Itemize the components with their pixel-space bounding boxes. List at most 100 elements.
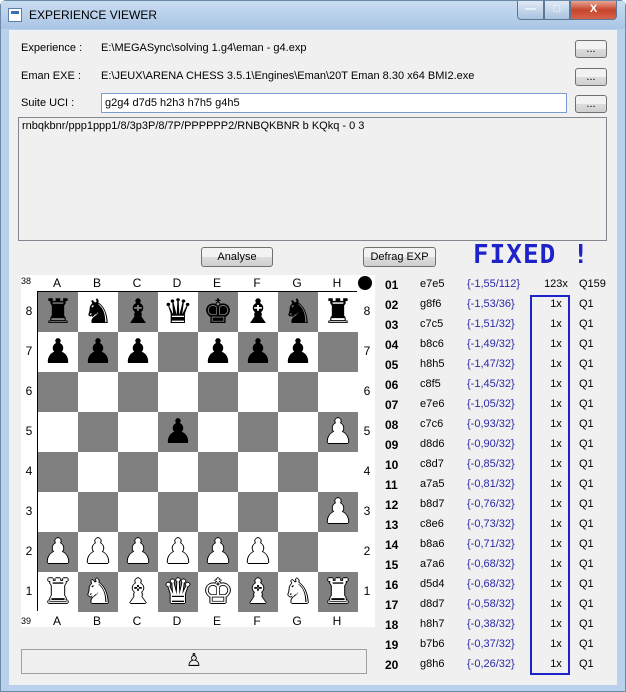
black-rook-icon[interactable]: ♜ xyxy=(323,292,353,332)
black-pawn-icon[interactable]: ♟ xyxy=(83,332,113,372)
square-c5[interactable] xyxy=(118,412,158,452)
square-h6[interactable] xyxy=(318,372,358,412)
square-a6[interactable] xyxy=(38,372,78,412)
move-row[interactable]: 15 a7a6 {-0,68/32} 1x Q1 xyxy=(383,555,615,575)
square-c7[interactable]: ♟ xyxy=(118,332,158,372)
black-knight-icon[interactable]: ♞ xyxy=(283,292,313,332)
square-a2[interactable]: ♟ xyxy=(38,532,78,572)
square-a3[interactable] xyxy=(38,492,78,532)
square-b2[interactable]: ♟ xyxy=(78,532,118,572)
title-bar[interactable]: EXPERIENCE VIEWER — □ X xyxy=(1,1,625,29)
white-pawn-icon[interactable]: ♟ xyxy=(203,532,233,572)
white-knight-icon[interactable]: ♞ xyxy=(283,572,313,612)
move-row[interactable]: 12 b8d7 {-0,76/32} 1x Q1 xyxy=(383,495,615,515)
move-row[interactable]: 04 b8c6 {-1,49/32} 1x Q1 xyxy=(383,335,615,355)
square-a5[interactable] xyxy=(38,412,78,452)
square-b8[interactable]: ♞ xyxy=(78,292,118,332)
white-rook-icon[interactable]: ♜ xyxy=(43,572,73,612)
move-row[interactable]: 18 h8h7 {-0,38/32} 1x Q1 xyxy=(383,615,615,635)
square-a1[interactable]: ♜ xyxy=(38,572,78,612)
chessboard[interactable]: ♜ ♞ ♝ ♛ ♚ ♝ ♞ ♜ ♟ ♟ ♟ ♟ ♟ ♟ ♟ ♟ ♟ ♟ ♟ ♟ ♟ ♟ ♟ ♜ ♞ ♝ ♛ ♚ ♝ ♞ ♜ xyxy=(37,291,358,612)
white-king-icon[interactable]: ♚ xyxy=(203,572,233,612)
white-pawn-icon[interactable]: ♟ xyxy=(123,532,153,572)
square-e4[interactable] xyxy=(198,452,238,492)
move-row[interactable]: 09 d8d6 {-0,90/32} 1x Q1 xyxy=(383,435,615,455)
square-c8[interactable]: ♝ xyxy=(118,292,158,332)
white-queen-icon[interactable]: ♛ xyxy=(163,572,193,612)
experience-browse-button[interactable]: ... xyxy=(575,40,607,58)
square-f8[interactable]: ♝ xyxy=(238,292,278,332)
square-f3[interactable] xyxy=(238,492,278,532)
white-rook-icon[interactable]: ♜ xyxy=(323,572,353,612)
square-c4[interactable] xyxy=(118,452,158,492)
minimize-button[interactable]: — xyxy=(517,1,544,20)
analyse-button[interactable]: Analyse xyxy=(201,247,273,267)
move-row[interactable]: 05 h8h5 {-1,47/32} 1x Q1 xyxy=(383,355,615,375)
white-pawn-icon[interactable]: ♟ xyxy=(243,532,273,572)
square-b3[interactable] xyxy=(78,492,118,532)
square-g3[interactable] xyxy=(278,492,318,532)
square-f2[interactable]: ♟ xyxy=(238,532,278,572)
black-bishop-icon[interactable]: ♝ xyxy=(123,292,153,332)
black-pawn-icon[interactable]: ♟ xyxy=(43,332,73,372)
black-pawn-icon[interactable]: ♟ xyxy=(123,332,153,372)
square-f5[interactable] xyxy=(238,412,278,452)
black-bishop-icon[interactable]: ♝ xyxy=(243,292,273,332)
move-row[interactable]: 17 d8d7 {-0,58/32} 1x Q1 xyxy=(383,595,615,615)
square-g4[interactable] xyxy=(278,452,318,492)
move-row[interactable]: 20 g8h6 {-0,26/32} 1x Q1 xyxy=(383,655,615,675)
square-e2[interactable]: ♟ xyxy=(198,532,238,572)
black-rook-icon[interactable]: ♜ xyxy=(43,292,73,332)
square-d8[interactable]: ♛ xyxy=(158,292,198,332)
white-bishop-icon[interactable]: ♝ xyxy=(243,572,273,612)
square-a4[interactable] xyxy=(38,452,78,492)
move-row[interactable]: 16 d5d4 {-0,68/32} 1x Q1 xyxy=(383,575,615,595)
square-a8[interactable]: ♜ xyxy=(38,292,78,332)
square-h1[interactable]: ♜ xyxy=(318,572,358,612)
square-e6[interactable] xyxy=(198,372,238,412)
white-pawn-icon[interactable]: ♟ xyxy=(163,532,193,572)
square-b5[interactable] xyxy=(78,412,118,452)
fen-output-box[interactable]: rnbqkbnr/ppp1ppp1/8/3p3P/8/7P/PPPPPP2/RN… xyxy=(18,117,607,241)
square-e7[interactable]: ♟ xyxy=(198,332,238,372)
square-d6[interactable] xyxy=(158,372,198,412)
square-f7[interactable]: ♟ xyxy=(238,332,278,372)
square-d2[interactable]: ♟ xyxy=(158,532,198,572)
square-e5[interactable] xyxy=(198,412,238,452)
square-f4[interactable] xyxy=(238,452,278,492)
square-c3[interactable] xyxy=(118,492,158,532)
defrag-exp-button[interactable]: Defrag EXP xyxy=(363,247,436,267)
square-d5[interactable]: ♟ xyxy=(158,412,198,452)
square-d4[interactable] xyxy=(158,452,198,492)
square-d1[interactable]: ♛ xyxy=(158,572,198,612)
square-d3[interactable] xyxy=(158,492,198,532)
move-row[interactable]: 19 b7b6 {-0,37/32} 1x Q1 xyxy=(383,635,615,655)
move-row[interactable]: 01 e7e5 {-1,55/112} 123x Q159 xyxy=(383,275,615,295)
eman-browse-button[interactable]: ... xyxy=(575,68,607,86)
square-g7[interactable]: ♟ xyxy=(278,332,318,372)
move-row[interactable]: 03 c7c5 {-1,51/32} 1x Q1 xyxy=(383,315,615,335)
square-f1[interactable]: ♝ xyxy=(238,572,278,612)
black-king-icon[interactable]: ♚ xyxy=(203,292,233,332)
square-h3[interactable]: ♟ xyxy=(318,492,358,532)
move-row[interactable]: 13 c8e6 {-0,73/32} 1x Q1 xyxy=(383,515,615,535)
square-h4[interactable] xyxy=(318,452,358,492)
white-bishop-icon[interactable]: ♝ xyxy=(123,572,153,612)
white-pawn-icon[interactable]: ♟ xyxy=(323,412,353,452)
move-row[interactable]: 14 b8a6 {-0,71/32} 1x Q1 xyxy=(383,535,615,555)
square-b1[interactable]: ♞ xyxy=(78,572,118,612)
black-pawn-icon[interactable]: ♟ xyxy=(283,332,313,372)
square-g8[interactable]: ♞ xyxy=(278,292,318,332)
square-f6[interactable] xyxy=(238,372,278,412)
black-pawn-icon[interactable]: ♟ xyxy=(243,332,273,372)
square-h7[interactable] xyxy=(318,332,358,372)
white-pawn-icon[interactable]: ♟ xyxy=(83,532,113,572)
square-b6[interactable] xyxy=(78,372,118,412)
square-e8[interactable]: ♚ xyxy=(198,292,238,332)
black-queen-icon[interactable]: ♛ xyxy=(163,292,193,332)
move-row[interactable]: 11 a7a5 {-0,81/32} 1x Q1 xyxy=(383,475,615,495)
white-pawn-icon[interactable]: ♟ xyxy=(323,492,353,532)
white-knight-icon[interactable]: ♞ xyxy=(83,572,113,612)
suite-uci-input[interactable] xyxy=(101,93,567,113)
black-pawn-icon[interactable]: ♟ xyxy=(203,332,233,372)
